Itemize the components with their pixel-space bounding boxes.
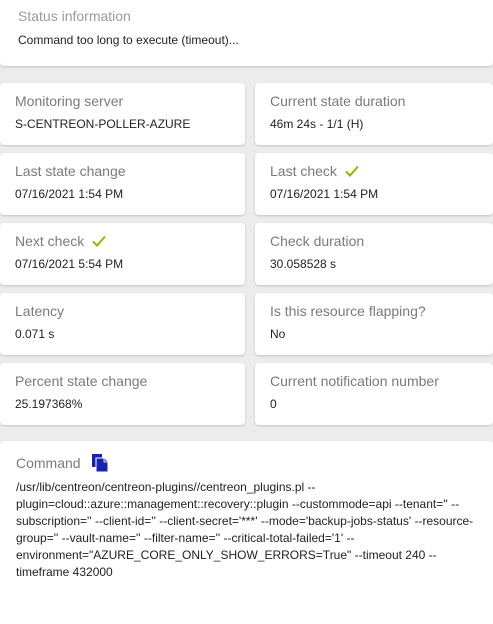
copy-icon[interactable] [91, 453, 109, 473]
status-information-card: Status information Command too long to e… [0, 0, 493, 66]
tile-label: Latency [15, 303, 64, 319]
tile-flapping: Is this resource flapping? No [255, 293, 493, 355]
tile-check-duration: Check duration 30.058528 s [255, 223, 493, 285]
command-header: Command [16, 453, 109, 473]
status-information-value: Command too long to execute (timeout)... [18, 33, 239, 47]
tile-value: S-CENTREON-POLLER-AZURE [15, 117, 191, 131]
tile-label: Is this resource flapping? [270, 303, 426, 319]
next-check-label: Next check [15, 233, 85, 249]
status-information-title: Status information [18, 8, 131, 24]
tile-value: No [270, 327, 286, 341]
tile-label: Check duration [270, 233, 364, 249]
tile-last-state-change: Last state change 07/16/2021 1:54 PM [0, 153, 245, 215]
tile-value: 46m 24s - 1/1 (H) [270, 117, 364, 131]
tile-current-state-duration: Current state duration 46m 24s - 1/1 (H) [255, 83, 493, 145]
tile-next-check: Next check 07/16/2021 5:54 PM [0, 223, 245, 285]
tile-label: Next check [15, 233, 106, 249]
tile-notification-number: Current notification number 0 [255, 363, 493, 425]
command-label: Command [16, 455, 81, 471]
tile-value: 0 [270, 397, 277, 411]
tile-label: Current notification number [270, 373, 439, 389]
tile-value: 07/16/2021 1:54 PM [15, 187, 124, 201]
tile-label: Last check [270, 163, 359, 179]
current-state-duration-label: Current state duration [270, 93, 406, 109]
percent-state-change-label: Percent state change [15, 373, 148, 389]
tile-value: 30.058528 s [270, 257, 337, 271]
command-card: Command /usr/lib/centreon/centreon-plugi… [0, 441, 493, 624]
tile-value: 07/16/2021 1:54 PM [270, 187, 379, 201]
tile-label: Last state change [15, 163, 126, 179]
tile-value: 0.071 s [15, 327, 55, 341]
last-check-label: Last check [270, 163, 337, 179]
flapping-label: Is this resource flapping? [270, 303, 426, 319]
tile-label: Monitoring server [15, 93, 123, 109]
tile-label: Percent state change [15, 373, 147, 389]
check-duration-label: Check duration [270, 233, 365, 249]
check-icon [345, 165, 359, 177]
tile-value: 25.197368% [15, 397, 83, 411]
monitoring-server-label: Monitoring server [15, 93, 124, 109]
tile-value: 07/16/2021 5:54 PM [15, 257, 124, 271]
tile-latency: Latency 0.071 s [0, 293, 245, 355]
tile-last-check: Last check 07/16/2021 1:54 PM [255, 153, 493, 215]
tile-monitoring-server: Monitoring server S-CENTREON-POLLER-AZUR… [0, 83, 245, 145]
notification-number-label: Current notification number [270, 373, 439, 389]
check-icon [92, 235, 106, 247]
tile-percent-state-change: Percent state change 25.197368% [0, 363, 245, 425]
latency-label: Latency [15, 303, 65, 319]
tile-label: Current state duration [270, 93, 405, 109]
command-text: /usr/lib/centreon/centreon-plugins//cent… [16, 480, 474, 579]
last-state-change-label: Last state change [15, 163, 126, 179]
